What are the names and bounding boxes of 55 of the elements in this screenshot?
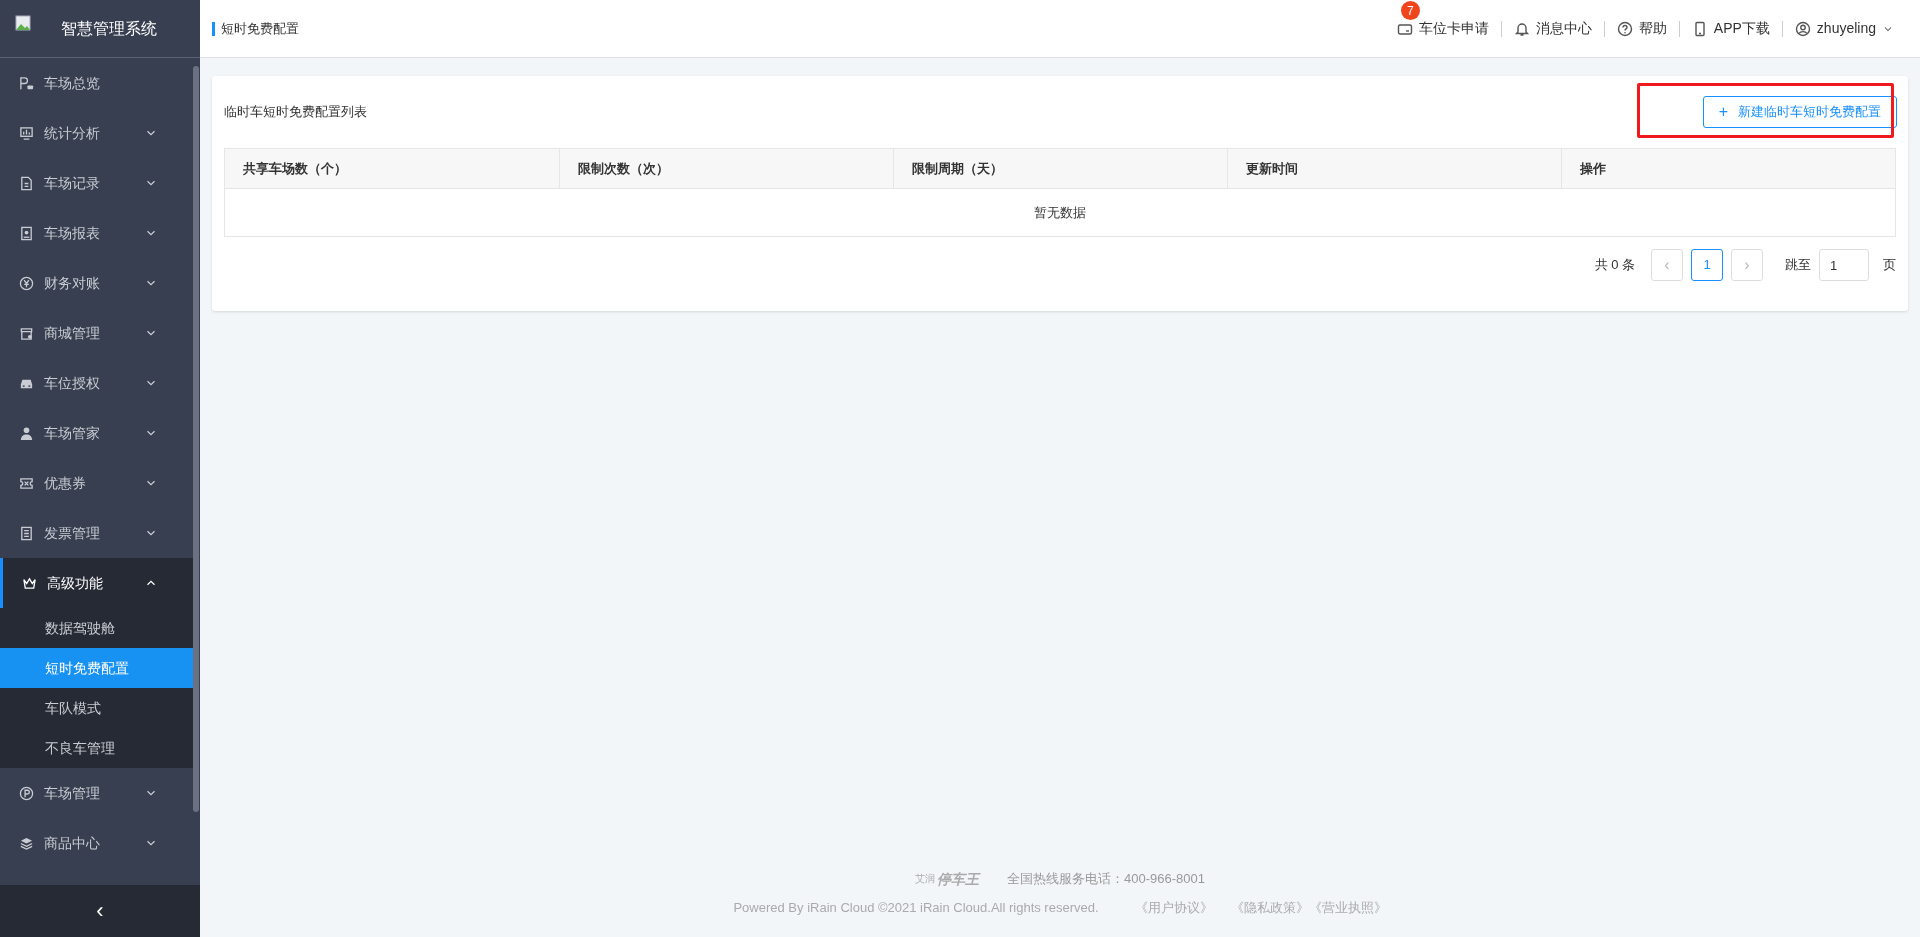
- jump-label: 跳至: [1785, 256, 1811, 275]
- parking-circle-icon: [19, 785, 34, 801]
- hotline-text: 全国热线服务电话：400-966-8001: [1007, 870, 1205, 889]
- total-count: 共 0 条: [1594, 256, 1635, 275]
- menu-item[interactable]: 车场总览: [0, 58, 193, 108]
- footer-logo: 停车王: [937, 869, 979, 889]
- report-icon: [19, 225, 34, 241]
- user-menu[interactable]: zhuyeling: [1782, 18, 1908, 39]
- menu-item[interactable]: 车场管家: [0, 408, 193, 458]
- collapse-button[interactable]: ‹: [96, 900, 104, 922]
- crown-icon: [22, 575, 37, 591]
- column-header: 更新时间: [1246, 159, 1298, 178]
- menu-item[interactable]: 商品中心: [0, 818, 193, 868]
- submenu-item[interactable]: 不良车管理: [0, 728, 193, 768]
- menu-item[interactable]: 车场管理: [0, 768, 193, 818]
- person-icon: [19, 425, 34, 441]
- menu-item[interactable]: 发票管理: [0, 508, 193, 558]
- shop-icon: [19, 325, 34, 341]
- parking-car-icon: [19, 75, 34, 91]
- card-title: 临时车短时免费配置列表: [224, 103, 367, 122]
- coupon-icon: [19, 475, 34, 491]
- column-header: 限制周期（天）: [912, 159, 1003, 178]
- menu-item[interactable]: 优惠券: [0, 458, 193, 508]
- menu-item[interactable]: 车场报表: [0, 208, 193, 258]
- header-link[interactable]: 帮助: [1616, 18, 1667, 39]
- submenu-item[interactable]: 数据驾驶舱: [0, 608, 193, 648]
- column-header: 共享车场数（个）: [243, 159, 347, 178]
- broken-image-icon: [15, 15, 31, 31]
- user-icon: [1794, 20, 1811, 37]
- page-unit: 页: [1883, 256, 1896, 275]
- logo-small-text: 艾润: [915, 874, 935, 884]
- menu-item[interactable]: 车场记录: [0, 158, 193, 208]
- notification-badge: 7: [1400, 1, 1420, 20]
- menu-item[interactable]: 统计分析: [0, 108, 193, 158]
- menu-item[interactable]: 财务对账: [0, 258, 193, 308]
- breadcrumb[interactable]: 短时免费配置: [212, 21, 299, 36]
- column-header: 操作: [1580, 159, 1606, 178]
- header-link[interactable]: APP下载: [1691, 18, 1770, 39]
- menu-item[interactable]: 车位授权: [0, 358, 193, 408]
- receipt-icon: [19, 525, 34, 541]
- menu-item[interactable]: 商城管理: [0, 308, 193, 358]
- submenu-item[interactable]: 车队模式: [0, 688, 193, 728]
- empty-message: 暂无数据: [1034, 203, 1086, 222]
- page-input[interactable]: 1: [1819, 249, 1869, 281]
- app-title: 智慧管理系统: [61, 18, 157, 39]
- header-link[interactable]: 消息中心: [1513, 18, 1592, 39]
- document-icon: [19, 175, 34, 191]
- monitor-chart-icon: [19, 125, 34, 141]
- help-icon: [1616, 20, 1633, 37]
- header-link[interactable]: 车位卡申请: [1396, 18, 1489, 39]
- bell-icon: [1513, 20, 1530, 37]
- column-header: 限制次数（次）: [578, 159, 669, 178]
- yen-icon: [19, 275, 34, 291]
- copyright-text: Powered By iRain Cloud ©2021 iRain Cloud.All rights reserved.: [733, 898, 1099, 917]
- layers-icon: [19, 835, 34, 851]
